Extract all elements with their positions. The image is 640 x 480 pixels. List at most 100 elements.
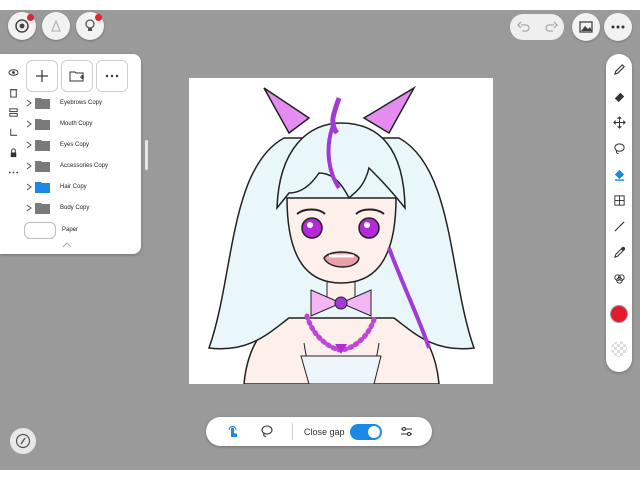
lasso-tool[interactable] bbox=[609, 138, 629, 158]
divider bbox=[292, 423, 293, 440]
image-button[interactable] bbox=[572, 13, 600, 41]
folder-icon bbox=[35, 160, 50, 172]
more-button[interactable] bbox=[604, 13, 632, 41]
chevron-up-icon[interactable] bbox=[62, 242, 72, 248]
lasso-icon bbox=[261, 425, 273, 437]
add-folder-button[interactable] bbox=[61, 60, 93, 92]
assist-button[interactable] bbox=[10, 428, 36, 454]
line-icon bbox=[613, 220, 625, 232]
tap-fill-button[interactable] bbox=[224, 423, 241, 440]
assist-icon bbox=[15, 433, 31, 449]
undo-redo-group bbox=[510, 14, 564, 40]
close-gap-label: Close gap bbox=[304, 427, 345, 437]
paper-layer-row[interactable]: Paper bbox=[24, 218, 139, 242]
move-tool[interactable] bbox=[609, 112, 629, 132]
bottom-edge bbox=[0, 470, 640, 480]
gallery-button[interactable] bbox=[8, 12, 36, 40]
merge-icon bbox=[8, 107, 18, 117]
drawing-canvas[interactable] bbox=[189, 78, 493, 384]
notification-dot bbox=[27, 14, 34, 21]
more-icon bbox=[105, 74, 119, 78]
folder-icon bbox=[35, 118, 50, 130]
fill-icon bbox=[614, 169, 624, 181]
clip-layer-button[interactable] bbox=[4, 122, 22, 142]
merge-layer-button[interactable] bbox=[4, 102, 22, 122]
layer-label: Eyebrows Copy bbox=[60, 99, 103, 106]
eraser-tool[interactable] bbox=[609, 86, 629, 106]
account-icon bbox=[51, 19, 61, 32]
eyedropper-tool[interactable] bbox=[609, 242, 629, 262]
lasso-fill-button[interactable] bbox=[258, 423, 275, 440]
layer-more-button[interactable] bbox=[4, 162, 22, 182]
image-icon bbox=[579, 21, 593, 33]
chevron-right-icon[interactable] bbox=[24, 99, 33, 107]
layer-row[interactable]: Eyes Copy bbox=[24, 134, 139, 155]
chevron-right-icon[interactable] bbox=[24, 183, 33, 191]
fill-settings-button[interactable] bbox=[398, 423, 415, 440]
lasso-icon bbox=[613, 142, 625, 154]
layer-row[interactable]: Mouth Copy bbox=[24, 113, 139, 134]
pen-tool[interactable] bbox=[609, 59, 629, 79]
layer-panel: Eyebrows Copy Mouth Copy Eyes Copy Acces… bbox=[0, 54, 141, 254]
folder-icon bbox=[35, 202, 50, 214]
add-layer-icon bbox=[36, 70, 48, 82]
chevron-right-icon[interactable] bbox=[24, 141, 33, 149]
paper-thumbnail[interactable] bbox=[24, 221, 56, 239]
more-icon bbox=[8, 171, 18, 173]
color-picker-swatch[interactable] bbox=[610, 305, 628, 323]
layer-label: Mouth Copy bbox=[60, 120, 93, 127]
grid-tool[interactable] bbox=[609, 190, 629, 210]
layer-row[interactable]: Eyebrows Copy bbox=[24, 92, 139, 113]
notification-dot bbox=[95, 14, 102, 21]
artwork-illustration bbox=[207, 85, 476, 384]
grid-icon bbox=[613, 194, 625, 206]
redo-icon[interactable] bbox=[544, 20, 558, 34]
pen-icon bbox=[613, 63, 625, 75]
filter-tool[interactable] bbox=[609, 268, 629, 288]
lock-layer-button[interactable] bbox=[4, 142, 22, 162]
layer-row[interactable]: Accessories Copy bbox=[24, 155, 139, 176]
visibility-icon bbox=[7, 68, 19, 76]
layer-list: Eyebrows Copy Mouth Copy Eyes Copy Acces… bbox=[24, 92, 139, 242]
folder-icon bbox=[35, 139, 50, 151]
add-folder-icon bbox=[69, 71, 84, 82]
clip-icon bbox=[9, 128, 17, 136]
layer-side-tools bbox=[4, 62, 22, 182]
eyedropper-icon bbox=[613, 246, 625, 258]
lock-icon bbox=[10, 147, 16, 157]
top-edge bbox=[0, 0, 640, 10]
eraser-icon bbox=[614, 92, 624, 102]
layer-label: Hair Copy bbox=[60, 183, 87, 190]
trash-icon bbox=[9, 88, 17, 98]
toggle-knob bbox=[368, 426, 380, 438]
more-icon bbox=[611, 25, 625, 29]
folder-icon bbox=[35, 181, 50, 193]
close-gap-toggle[interactable] bbox=[350, 424, 382, 440]
line-tool[interactable] bbox=[609, 216, 629, 236]
panel-drag-handle[interactable] bbox=[145, 140, 148, 170]
add-layer-button[interactable] bbox=[26, 60, 58, 92]
fill-options-bar: Close gap bbox=[206, 417, 432, 446]
undo-icon[interactable] bbox=[516, 20, 531, 34]
sliders-icon bbox=[401, 427, 412, 436]
chevron-right-icon[interactable] bbox=[24, 162, 33, 170]
move-icon bbox=[612, 115, 626, 129]
layer-row[interactable]: Body Copy bbox=[24, 197, 139, 218]
tool-bar bbox=[606, 54, 632, 372]
chevron-right-icon[interactable] bbox=[24, 120, 33, 128]
folder-icon bbox=[35, 97, 50, 109]
layer-label: Accessories Copy bbox=[60, 162, 109, 169]
fill-tool[interactable] bbox=[609, 164, 629, 184]
delete-layer-button[interactable] bbox=[4, 82, 22, 102]
panel-more-button[interactable] bbox=[96, 60, 128, 92]
tap-icon bbox=[228, 426, 237, 437]
chevron-right-icon[interactable] bbox=[24, 204, 33, 212]
layer-row-selected[interactable]: Hair Copy bbox=[24, 176, 139, 197]
filter-icon bbox=[613, 273, 625, 284]
tips-button[interactable] bbox=[76, 12, 104, 40]
layer-label: Eyes Copy bbox=[60, 141, 90, 148]
opacity-swatch[interactable] bbox=[611, 341, 627, 357]
visibility-toggle[interactable] bbox=[4, 62, 22, 82]
layer-label: Body Copy bbox=[60, 204, 90, 211]
account-button[interactable] bbox=[42, 12, 70, 40]
